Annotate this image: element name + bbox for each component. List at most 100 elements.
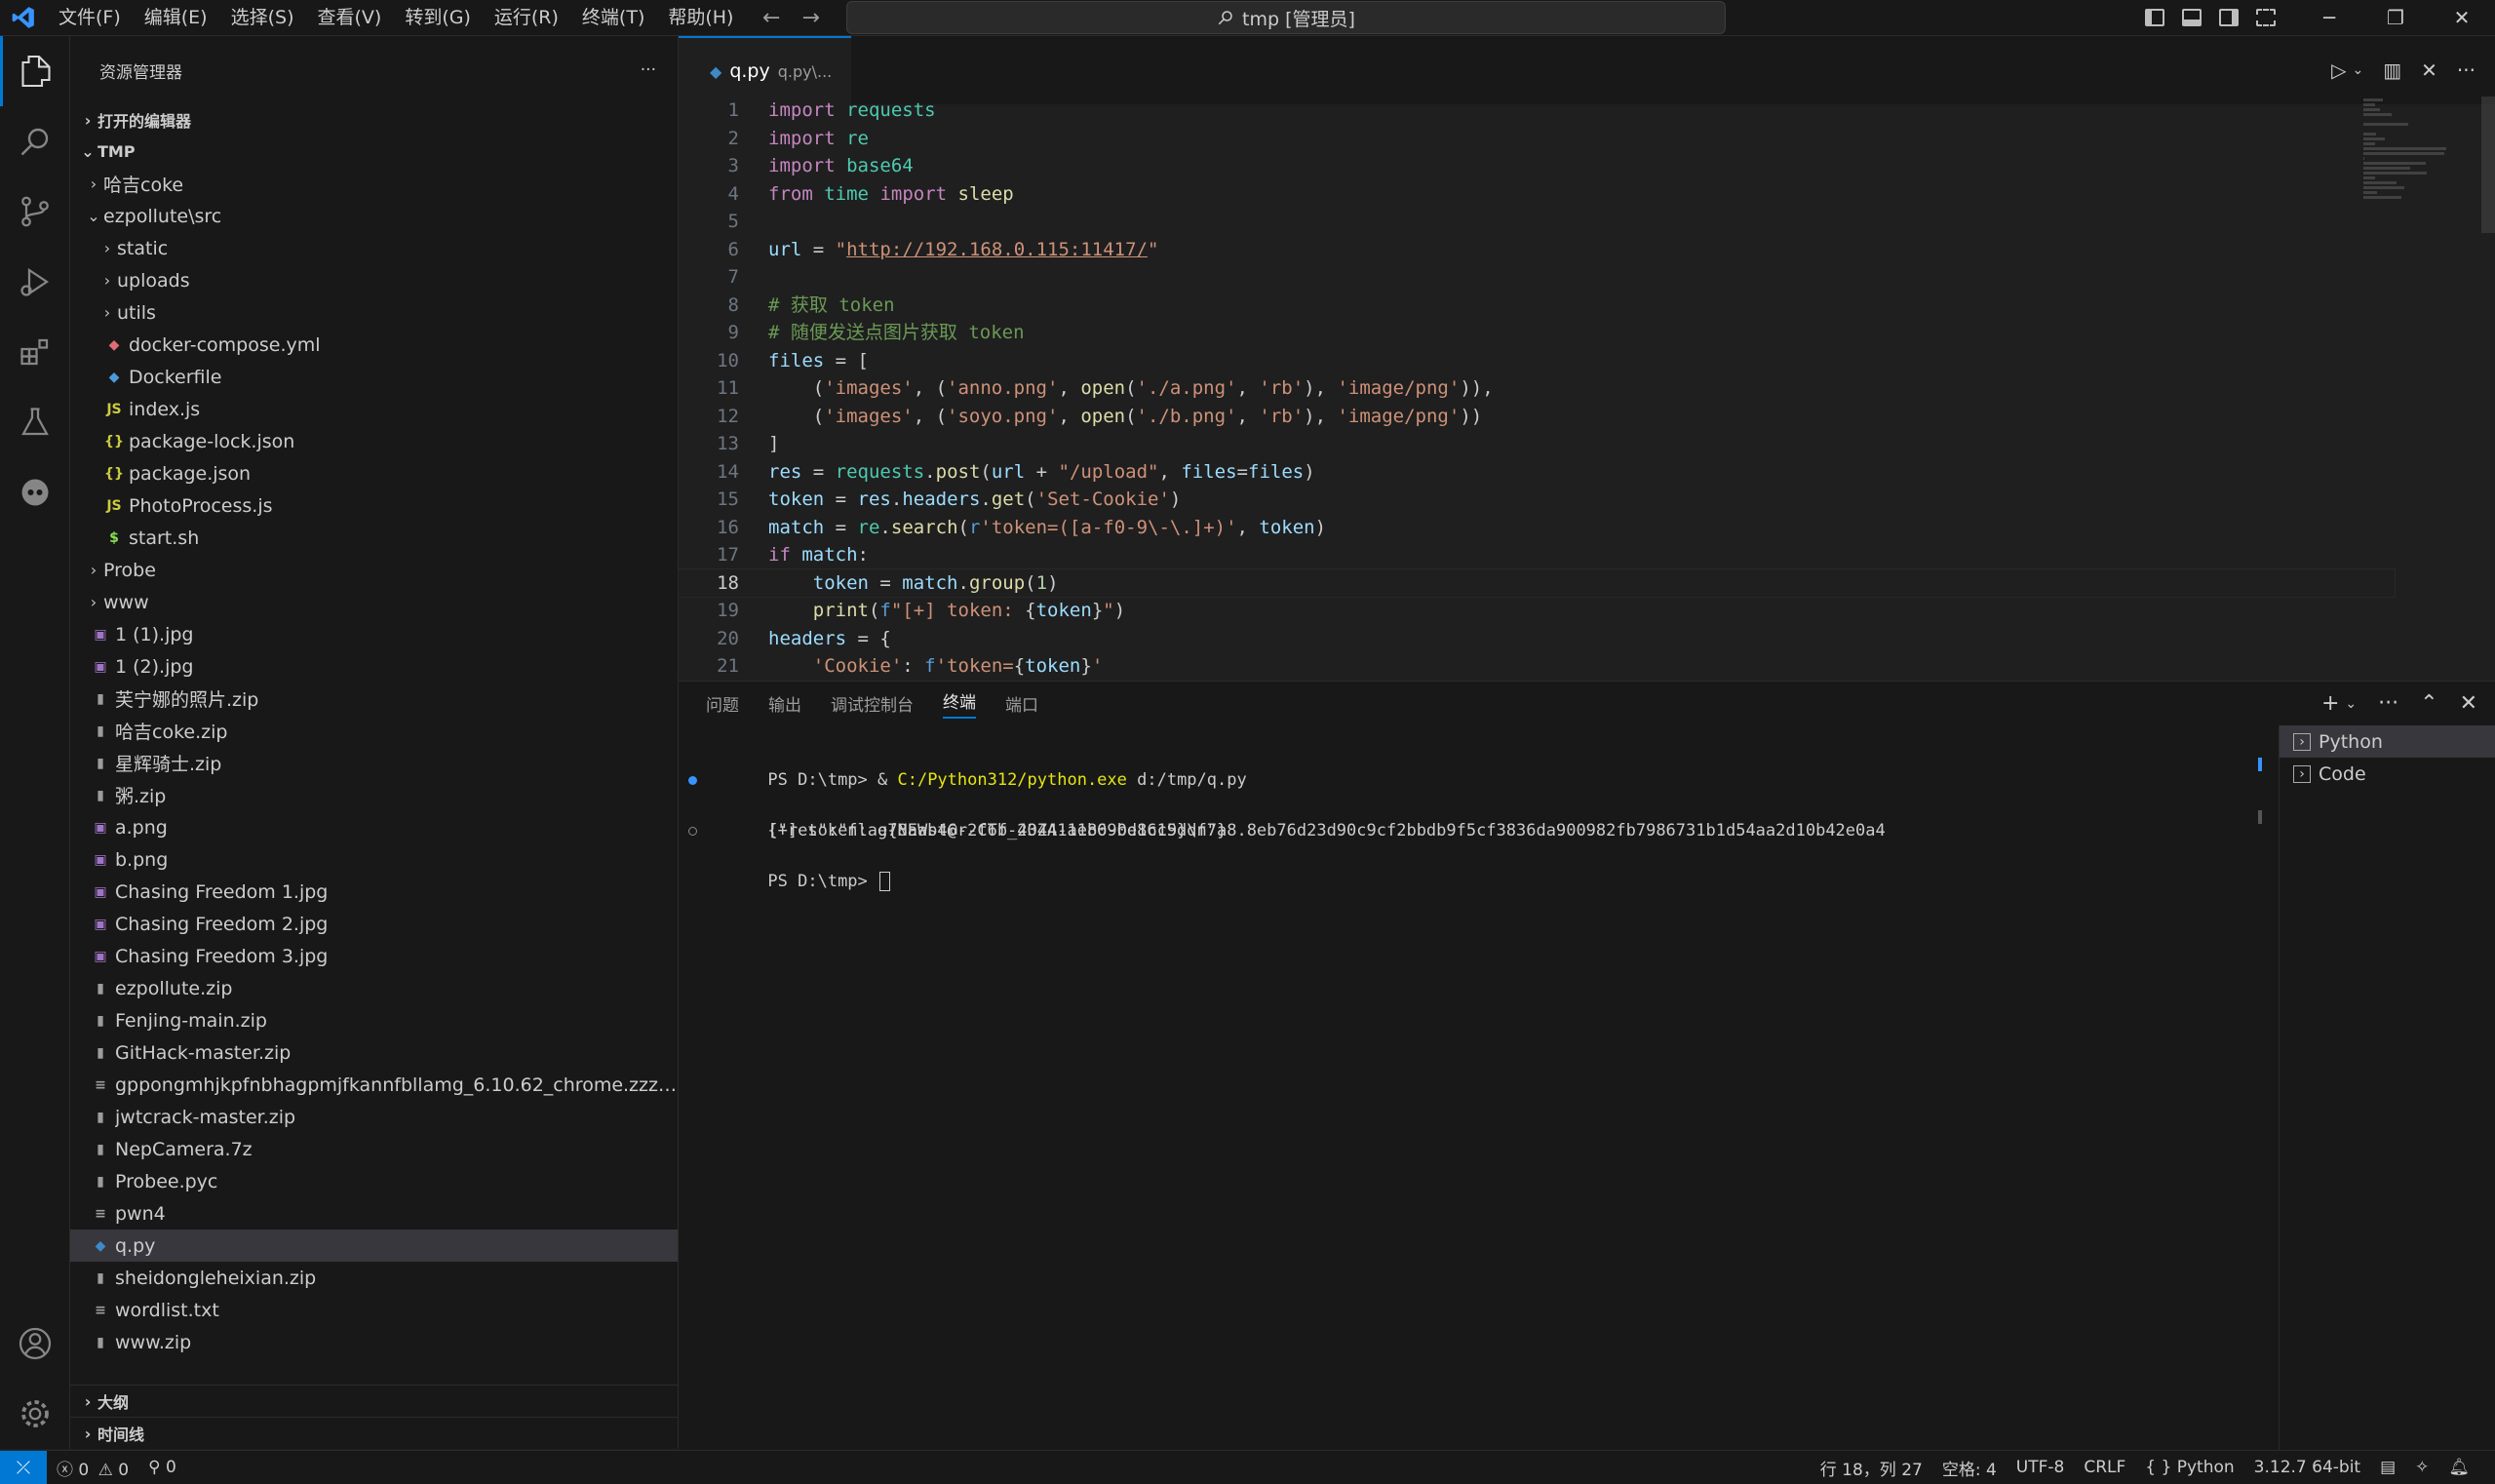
file-item[interactable]: ▮ Fenjing-main.zip bbox=[70, 1004, 678, 1036]
menu-item[interactable]: 选择(S) bbox=[219, 0, 306, 35]
encoding[interactable]: UTF-8 bbox=[2007, 1458, 2075, 1477]
folder-item[interactable]: › Probe bbox=[70, 554, 678, 586]
ports-status[interactable]: ⚲ 0 bbox=[138, 1458, 186, 1477]
editor-scrollbar[interactable] bbox=[2481, 97, 2495, 233]
file-item[interactable]: ▣ Chasing Freedom 2.jpg bbox=[70, 908, 678, 940]
file-item[interactable]: ▮ NepCamera.7z bbox=[70, 1133, 678, 1165]
file-item[interactable]: ▮ www.zip bbox=[70, 1326, 678, 1358]
split-editor-icon[interactable]: ▥ bbox=[2383, 59, 2401, 82]
close-editor-icon[interactable]: ✕ bbox=[2421, 59, 2437, 82]
file-item[interactable]: {} package-lock.json bbox=[70, 425, 678, 457]
python-interpreter[interactable]: 3.12.7 64-bit bbox=[2244, 1458, 2370, 1477]
command-decoration-icon[interactable] bbox=[688, 776, 697, 785]
file-item[interactable]: {} package.json bbox=[70, 457, 678, 489]
toggle-panel-icon[interactable] bbox=[2182, 9, 2202, 26]
file-item[interactable]: ≡ pwn4 bbox=[70, 1197, 678, 1230]
explorer-icon[interactable] bbox=[0, 36, 69, 106]
open-editors-section[interactable]: › 打开的编辑器 bbox=[70, 104, 678, 136]
menu-item[interactable]: 帮助(H) bbox=[656, 0, 745, 35]
file-item[interactable]: ▮ 星辉骑士.zip bbox=[70, 747, 678, 779]
panel-tab[interactable]: 端口 bbox=[1005, 691, 1038, 716]
run-and-debug-icon[interactable] bbox=[0, 247, 69, 317]
file-item[interactable]: ▣ 1 (2).jpg bbox=[70, 650, 678, 683]
file-item[interactable]: ▮ Probee.pyc bbox=[70, 1165, 678, 1197]
menu-item[interactable]: 运行(R) bbox=[483, 0, 570, 35]
outline-section[interactable]: › 大纲 bbox=[70, 1385, 678, 1417]
file-item[interactable]: JS index.js bbox=[70, 393, 678, 425]
folder-item[interactable]: › uploads bbox=[70, 264, 678, 296]
terminal-output[interactable]: PS D:\tmp> & C:/Python312/python.exe d:/… bbox=[679, 742, 2258, 1444]
file-item[interactable]: ▣ Chasing Freedom 1.jpg bbox=[70, 876, 678, 908]
file-item[interactable]: ▮ GitHack-master.zip bbox=[70, 1036, 678, 1069]
close-panel-icon[interactable]: ✕ bbox=[2460, 691, 2477, 716]
folder-item[interactable]: › utils bbox=[70, 296, 678, 329]
copilot-status-icon[interactable]: ✧ bbox=[2405, 1458, 2438, 1477]
indentation[interactable]: 空格: 4 bbox=[1932, 1456, 2007, 1480]
restore-button[interactable]: ❐ bbox=[2362, 0, 2429, 35]
file-item[interactable]: ▮ ezpollute.zip bbox=[70, 972, 678, 1004]
menu-item[interactable]: 文件(F) bbox=[47, 0, 133, 35]
folder-item[interactable]: › 哈吉coke bbox=[70, 168, 678, 200]
end-of-line[interactable]: CRLF bbox=[2074, 1458, 2135, 1477]
more-actions-icon[interactable]: ··· bbox=[641, 60, 656, 80]
file-item[interactable]: ◆ q.py bbox=[70, 1230, 678, 1262]
file-item[interactable]: ▮ 哈吉coke.zip bbox=[70, 715, 678, 747]
terminal-list-item[interactable]: › Python bbox=[2280, 725, 2495, 758]
cursor-position[interactable]: 行 18，列 27 bbox=[1811, 1456, 1932, 1480]
panel-more-actions-icon[interactable]: ··· bbox=[2378, 691, 2398, 716]
extensions-icon[interactable] bbox=[0, 317, 69, 387]
panel-tab[interactable]: 终端 bbox=[943, 688, 976, 719]
file-item[interactable]: ◆ Dockerfile bbox=[70, 361, 678, 393]
menu-item[interactable]: 转到(G) bbox=[393, 0, 483, 35]
terminal-list-item[interactable]: › Code bbox=[2280, 758, 2495, 790]
file-item[interactable]: ▣ a.png bbox=[70, 811, 678, 843]
folder-item[interactable]: › www bbox=[70, 586, 678, 618]
file-item[interactable]: ▣ 1 (1).jpg bbox=[70, 618, 678, 650]
notifications-bell-icon[interactable]: 🔔︎ bbox=[2438, 1458, 2479, 1477]
new-terminal-plus-icon[interactable]: + bbox=[2321, 691, 2339, 716]
toggle-primary-sidebar-icon[interactable] bbox=[2145, 9, 2164, 26]
file-item[interactable]: ▣ b.png bbox=[70, 843, 678, 876]
search-icon[interactable] bbox=[0, 106, 69, 176]
file-item[interactable]: ▮ 粥.zip bbox=[70, 779, 678, 811]
file-item[interactable]: JS PhotoProcess.js bbox=[70, 489, 678, 522]
file-item[interactable]: ▮ 芙宁娜的照片.zip bbox=[70, 683, 678, 715]
github-copilot-icon[interactable] bbox=[0, 457, 69, 527]
terminal-dropdown-chevron-icon[interactable]: ⌄ bbox=[2345, 696, 2357, 712]
tab-q-py[interactable]: ◆ q.py q.py\... bbox=[679, 36, 852, 104]
panel-tab[interactable]: 问题 bbox=[706, 691, 739, 716]
linter-icon[interactable]: ▤ bbox=[2370, 1458, 2405, 1477]
folder-item[interactable]: ⌄ ezpollute\src bbox=[70, 200, 678, 232]
close-window-button[interactable]: ✕ bbox=[2429, 0, 2495, 35]
problems-status[interactable]: ⓧ 0 ⚠ 0 bbox=[47, 1456, 138, 1480]
maximize-panel-chevron-up-icon[interactable]: ⌃ bbox=[2420, 691, 2437, 716]
menu-item[interactable]: 查看(V) bbox=[306, 0, 394, 35]
remote-indicator-icon[interactable]: ⤫ bbox=[0, 1451, 47, 1484]
run-dropdown-chevron-icon[interactable]: ⌄ bbox=[2353, 62, 2364, 78]
file-item[interactable]: ▮ jwtcrack-master.zip bbox=[70, 1101, 678, 1133]
panel-tab[interactable]: 输出 bbox=[768, 691, 801, 716]
forward-arrow-icon[interactable]: → bbox=[801, 6, 819, 30]
code-editor[interactable]: 1 import requests 2 import re 3 import base64… bbox=[678, 97, 2396, 680]
language-mode[interactable]: { } Python bbox=[2135, 1458, 2243, 1477]
toggle-secondary-sidebar-icon[interactable] bbox=[2219, 9, 2239, 26]
minimize-button[interactable]: ─ bbox=[2296, 0, 2362, 35]
timeline-section[interactable]: › 时间线 bbox=[70, 1417, 678, 1449]
file-item[interactable]: $ start.sh bbox=[70, 522, 678, 554]
source-control-icon[interactable] bbox=[0, 176, 69, 247]
settings-gear-icon[interactable] bbox=[0, 1379, 69, 1449]
customize-layout-icon[interactable] bbox=[2256, 9, 2276, 26]
command-center-search[interactable]: tmp [管理员] bbox=[846, 1, 1726, 34]
workspace-root-section[interactable]: ⌄ TMP bbox=[70, 136, 678, 167]
menu-item[interactable]: 编辑(E) bbox=[133, 0, 219, 35]
menu-item[interactable]: 终端(T) bbox=[570, 0, 656, 35]
file-item[interactable]: ◆ docker-compose.yml bbox=[70, 329, 678, 361]
file-item[interactable]: ▣ Chasing Freedom 3.jpg bbox=[70, 940, 678, 972]
command-decoration-icon[interactable] bbox=[688, 827, 697, 836]
run-python-file-icon[interactable]: ▷ bbox=[2331, 59, 2346, 82]
back-arrow-icon[interactable]: ← bbox=[762, 6, 780, 30]
file-item[interactable]: ▮ sheidongleheixian.zip bbox=[70, 1262, 678, 1294]
file-item[interactable]: ≡ gppongmhjkpfnbhagpmjfkannfbllamg_6.10.6… bbox=[70, 1069, 678, 1101]
file-item[interactable]: ≡ wordlist.txt bbox=[70, 1294, 678, 1326]
minimap[interactable] bbox=[2363, 97, 2476, 680]
